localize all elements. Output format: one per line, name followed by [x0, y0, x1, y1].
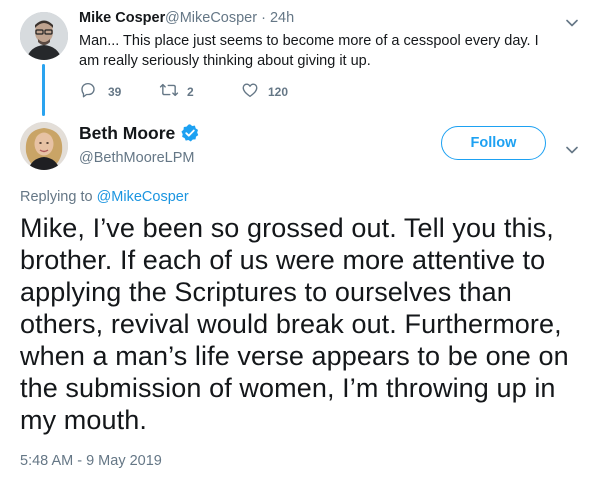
replying-to-mention-link[interactable]: @MikeCosper	[97, 189, 189, 205]
retweet-count: 2	[187, 85, 194, 99]
author-handle[interactable]: @BethMooreLPM	[79, 150, 194, 166]
heart-icon[interactable]	[241, 81, 259, 99]
author-avatar[interactable]	[20, 122, 68, 170]
follow-button[interactable]: Follow	[441, 126, 546, 160]
tweet-text: Mike, I’ve been so grossed out. Tell you…	[20, 213, 569, 435]
chevron-down-icon[interactable]	[566, 14, 578, 27]
author-display-name[interactable]: Beth Moore	[79, 123, 175, 144]
verified-badge-icon	[180, 123, 200, 143]
parent-avatar[interactable]	[20, 12, 68, 60]
parent-tweet-text: Man... This place just seems to become m…	[79, 33, 539, 69]
parent-display-name[interactable]: Mike Cosper	[79, 10, 165, 26]
reply-count: 39	[108, 85, 122, 99]
chevron-down-icon[interactable]	[566, 141, 578, 154]
like-count: 120	[268, 85, 289, 99]
retweet-icon[interactable]	[159, 81, 179, 99]
parent-handle-time[interactable]: @MikeCosper · 24h	[165, 10, 294, 26]
thread-line	[42, 64, 45, 116]
replying-to-label: Replying to	[20, 189, 93, 205]
tweet-timestamp[interactable]: 5:48 AM - 9 May 2019	[20, 453, 162, 469]
reply-icon[interactable]	[79, 81, 97, 99]
replying-to: Replying to @MikeCosper	[20, 189, 189, 205]
